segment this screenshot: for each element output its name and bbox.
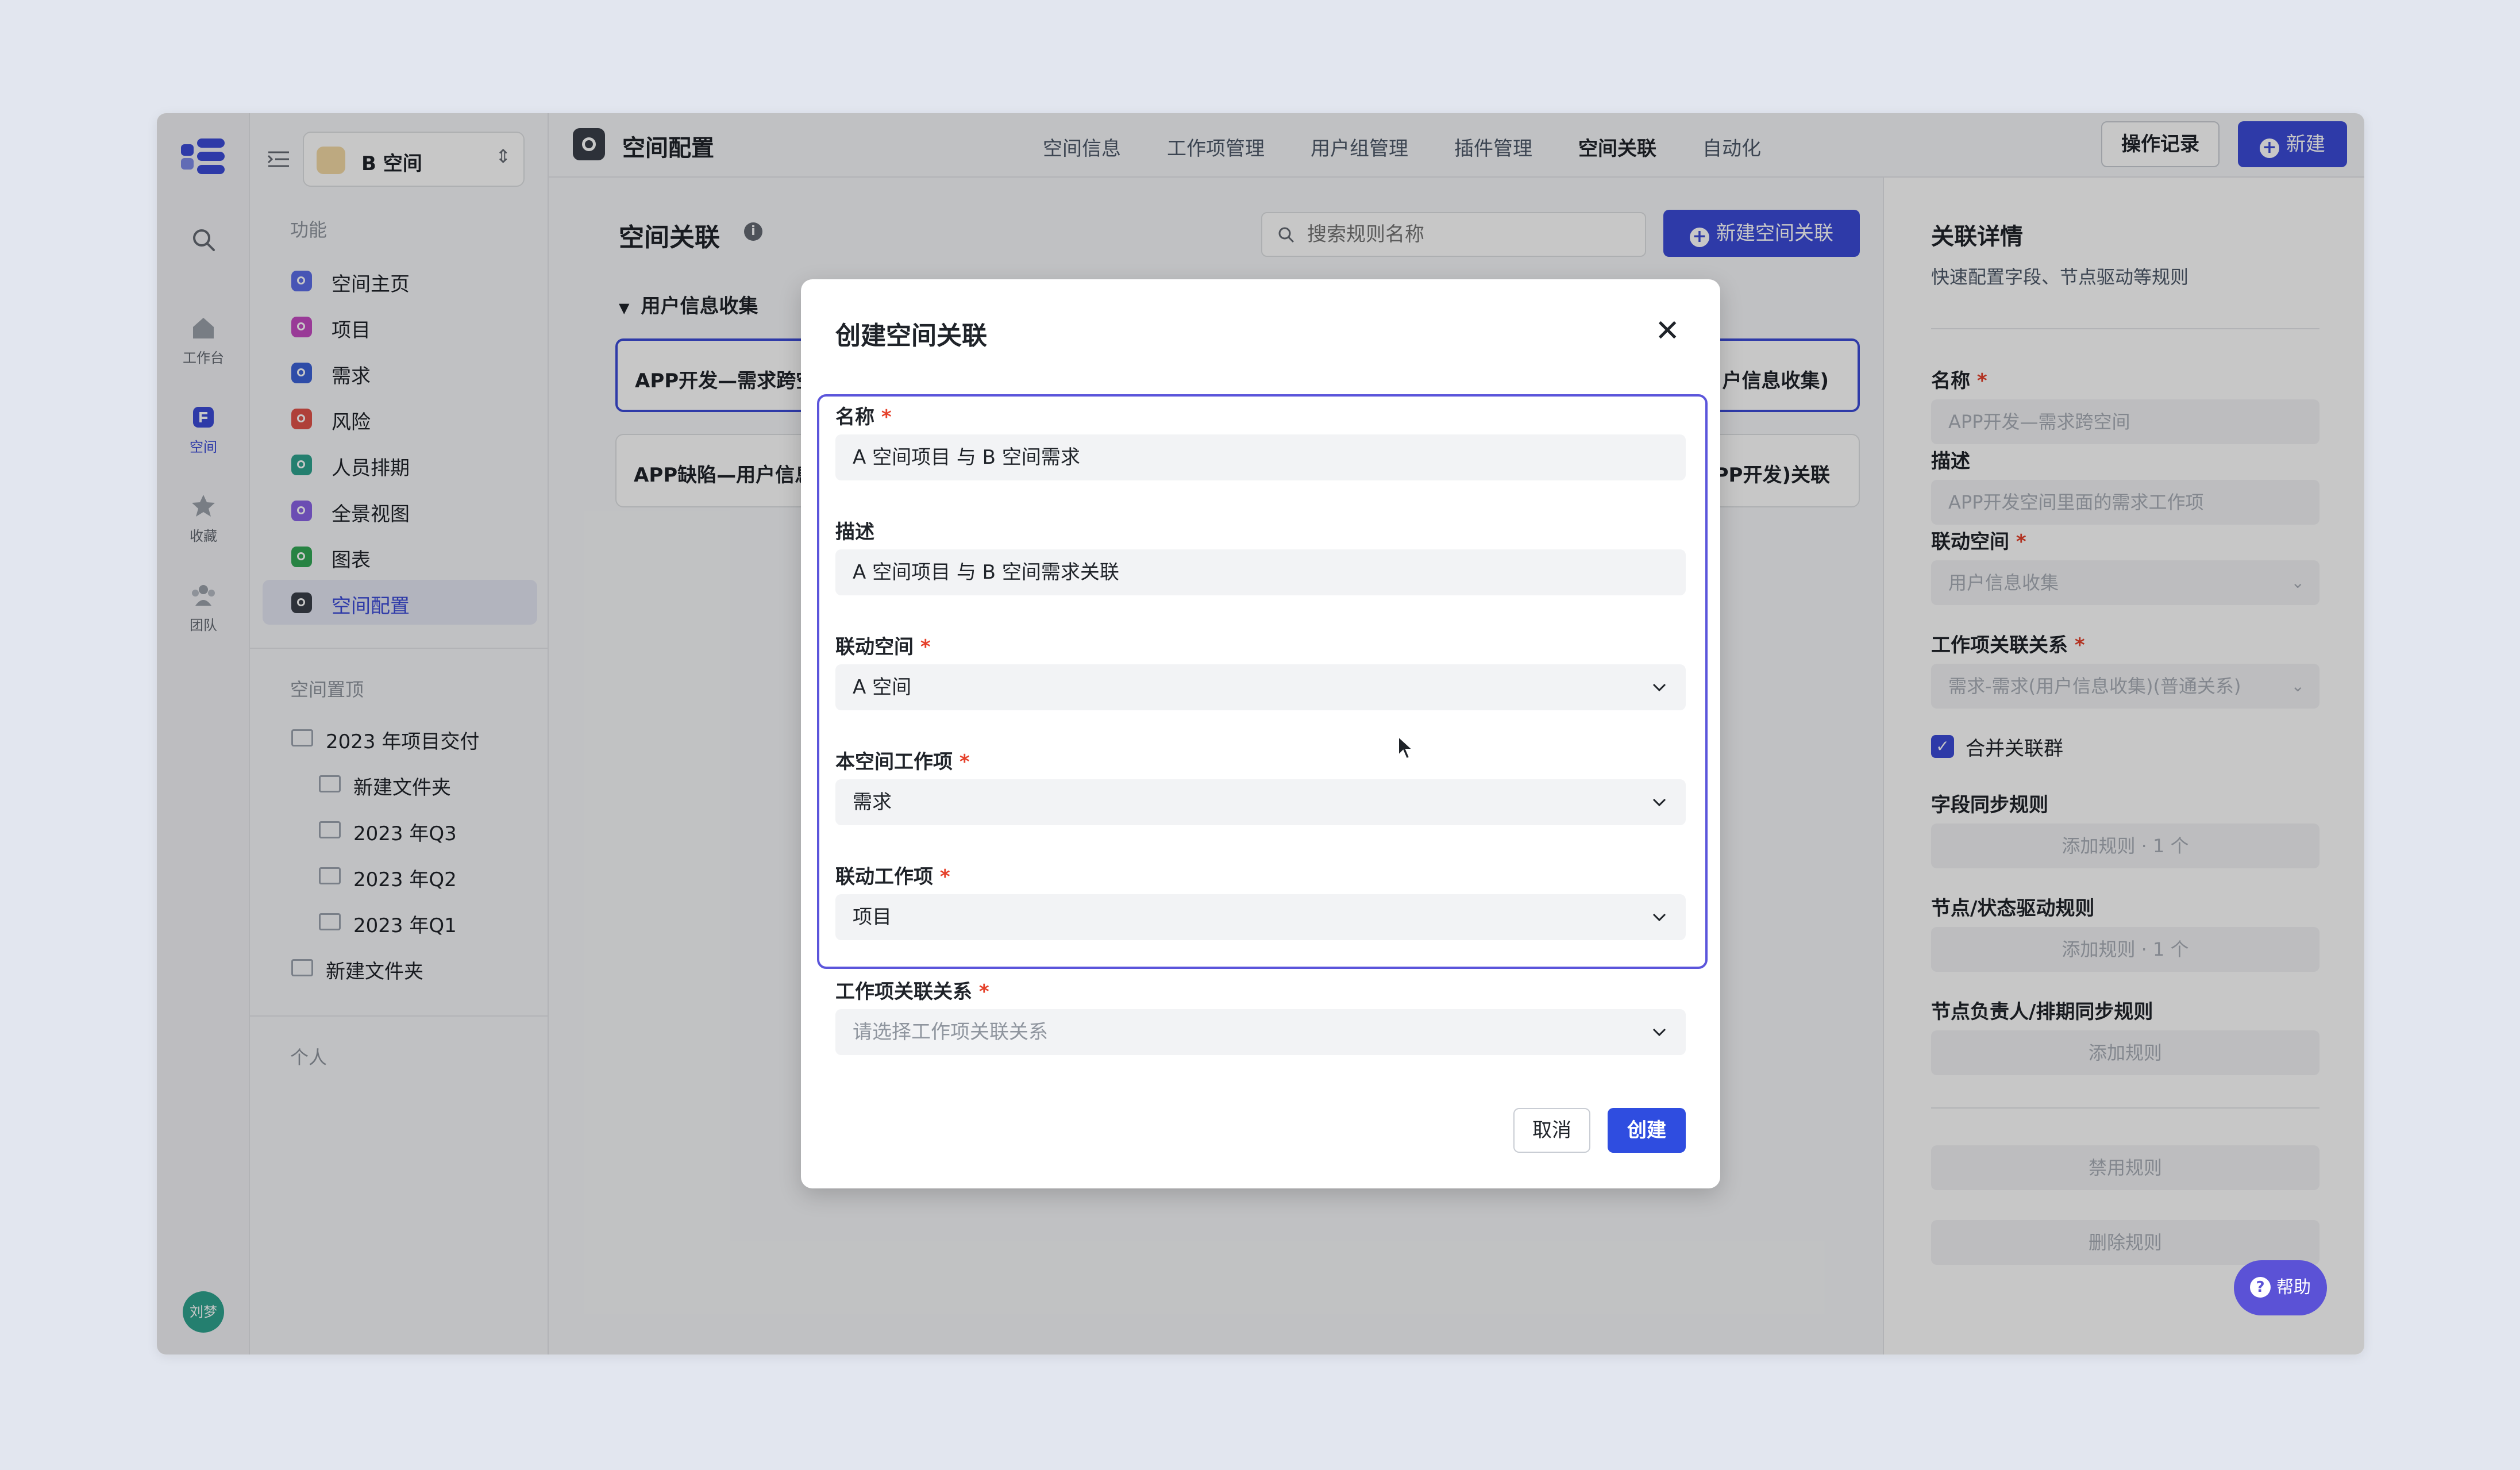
linked-item-value: 项目 [853,906,892,929]
chevron-down-icon [1652,798,1666,807]
chevron-down-icon [1652,913,1666,922]
help-label: 帮助 [2276,1277,2311,1298]
relation-label: 工作项关联关系 * [835,980,989,1003]
chevron-down-icon [1652,1028,1666,1037]
linked-space-label: 联动空间 * [835,636,931,659]
chevron-down-icon [1652,683,1666,692]
create-button[interactable]: 创建 [1608,1108,1686,1153]
linked-item-label: 联动工作项 * [835,865,950,888]
linked-space-value: A 空间 [853,676,912,699]
this-item-label: 本空间工作项 * [835,751,970,774]
dialog-title: 创建空间关联 [835,321,987,351]
desc-input[interactable]: A 空间项目 与 B 空间需求关联 [835,549,1686,595]
relation-select[interactable]: 请选择工作项关联关系 [835,1009,1686,1055]
mouse-cursor-icon [1398,736,1414,760]
linked-item-select[interactable]: 项目 [835,894,1686,940]
this-item-select[interactable]: 需求 [835,779,1686,825]
this-item-value: 需求 [853,791,892,814]
cancel-button[interactable]: 取消 [1513,1108,1590,1153]
close-icon[interactable]: ✕ [1655,314,1680,348]
linked-space-select[interactable]: A 空间 [835,664,1686,710]
relation-placeholder: 请选择工作项关联关系 [853,1021,1048,1044]
name-input[interactable]: A 空间项目 与 B 空间需求 [835,434,1686,480]
desc-label: 描述 [835,521,874,544]
name-label: 名称 * [835,406,892,429]
help-button[interactable]: ? 帮助 [2234,1260,2327,1315]
question-icon: ? [2250,1277,2271,1298]
create-relation-dialog: 创建空间关联 ✕ 名称 * A 空间项目 与 B 空间需求 描述 A 空间项目 … [801,279,1720,1188]
